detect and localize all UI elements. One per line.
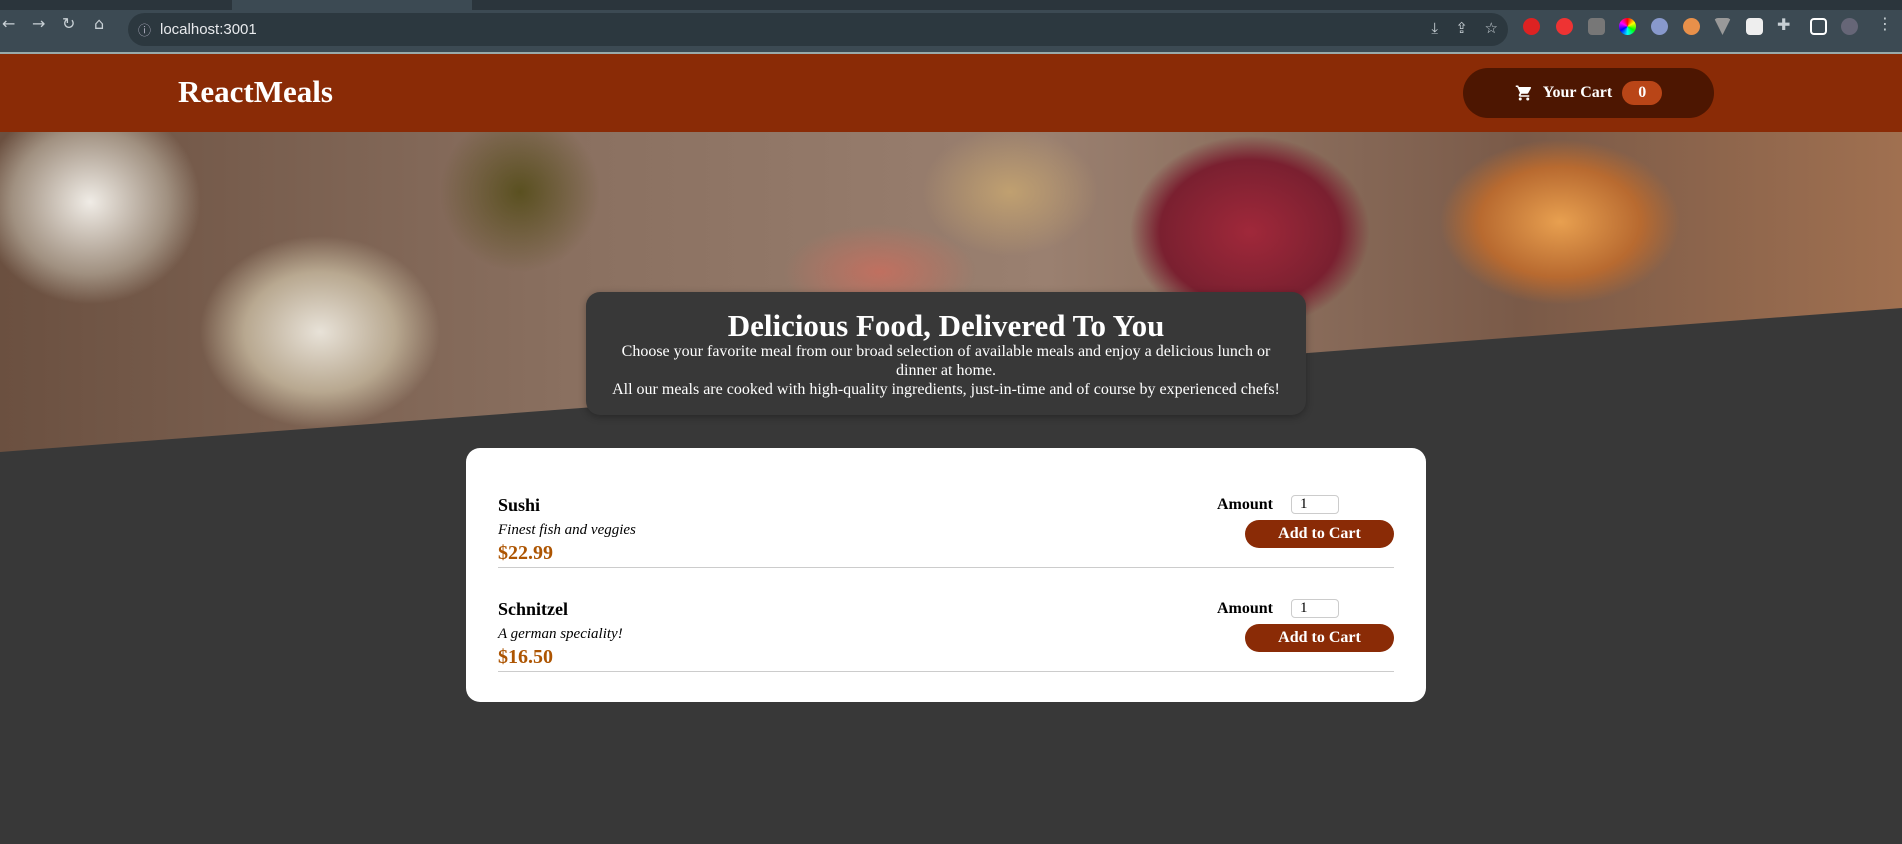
meals-summary: Delicious Food, Delivered To You Choose …	[586, 292, 1306, 415]
install-icon[interactable]: ⤓	[1431, 19, 1438, 37]
adblock-icon[interactable]	[1523, 18, 1540, 35]
amount-input[interactable]	[1291, 495, 1340, 514]
extension-icon[interactable]	[1746, 18, 1763, 35]
menu-dots-icon[interactable]: ⋮	[1877, 14, 1893, 33]
summary-text: All our meals are cooked with high-quali…	[612, 381, 1280, 398]
amount-input[interactable]	[1291, 599, 1340, 618]
meal-name: Schnitzel	[498, 599, 568, 619]
cart-label: Your Cart	[1542, 84, 1613, 101]
add-to-cart-button[interactable]: Add to Cart	[1245, 520, 1394, 548]
meal-description: A german speciality!	[498, 626, 623, 642]
url-text: localhost:3001	[160, 21, 257, 38]
settings-extension-icon[interactable]	[1651, 18, 1668, 35]
app-logo: ReactMeals	[178, 74, 333, 109]
forward-icon[interactable]: →	[32, 14, 45, 33]
amount-field: Amount	[1217, 495, 1365, 514]
cart-count-badge: 0	[1622, 81, 1663, 105]
amount-label: Amount	[1217, 599, 1274, 617]
home-icon[interactable]: ⌂	[94, 14, 104, 33]
color-picker-icon[interactable]	[1619, 18, 1636, 35]
summary-title: Delicious Food, Delivered To You	[727, 308, 1165, 343]
meal-name: Sushi	[498, 495, 541, 515]
address-bar[interactable]: ⓘ localhost:3001 ⤓ ⇪ ☆	[128, 13, 1508, 46]
extension-icon[interactable]	[1683, 18, 1700, 35]
extension-icon[interactable]	[1556, 18, 1573, 35]
info-icon[interactable]: ⓘ	[138, 20, 151, 39]
reload-icon[interactable]: ↻	[62, 14, 75, 33]
side-panel-icon[interactable]	[1810, 18, 1827, 35]
amount-label: Amount	[1217, 495, 1274, 513]
tab-strip	[0, 0, 1902, 10]
amount-field: Amount	[1217, 599, 1365, 618]
cart-button[interactable]: Your Cart 0	[1463, 68, 1714, 118]
meal-price: $22.99	[498, 542, 553, 564]
app-header: ReactMeals Your Cart 0	[0, 52, 1902, 132]
browser-chrome: ← → ↻ ⌂ ⓘ localhost:3001 ⤓ ⇪ ☆ ✚ ⋮	[0, 0, 1902, 52]
meal-price: $16.50	[498, 646, 553, 668]
share-icon[interactable]: ⇪	[1455, 19, 1468, 37]
add-to-cart-button[interactable]: Add to Cart	[1245, 624, 1394, 652]
meal-item: Sushi Finest fish and veggies $22.99 Amo…	[498, 464, 1394, 568]
summary-text: Choose your favorite meal from our broad…	[621, 343, 1271, 379]
puzzle-extensions-icon[interactable]: ✚	[1777, 15, 1790, 34]
vue-devtools-icon[interactable]	[1714, 18, 1731, 35]
meal-description: Finest fish and veggies	[498, 522, 636, 538]
active-tab[interactable]	[232, 0, 472, 10]
back-icon[interactable]: ←	[2, 14, 15, 33]
profile-avatar[interactable]	[1841, 18, 1858, 35]
cart-icon	[1515, 85, 1531, 101]
meal-item: Schnitzel A german speciality! $16.50 Am…	[498, 568, 1394, 672]
meals-list-card: Sushi Finest fish and veggies $22.99 Amo…	[466, 448, 1426, 702]
extension-icon[interactable]	[1588, 18, 1605, 35]
bookmark-star-icon[interactable]: ☆	[1485, 19, 1498, 37]
